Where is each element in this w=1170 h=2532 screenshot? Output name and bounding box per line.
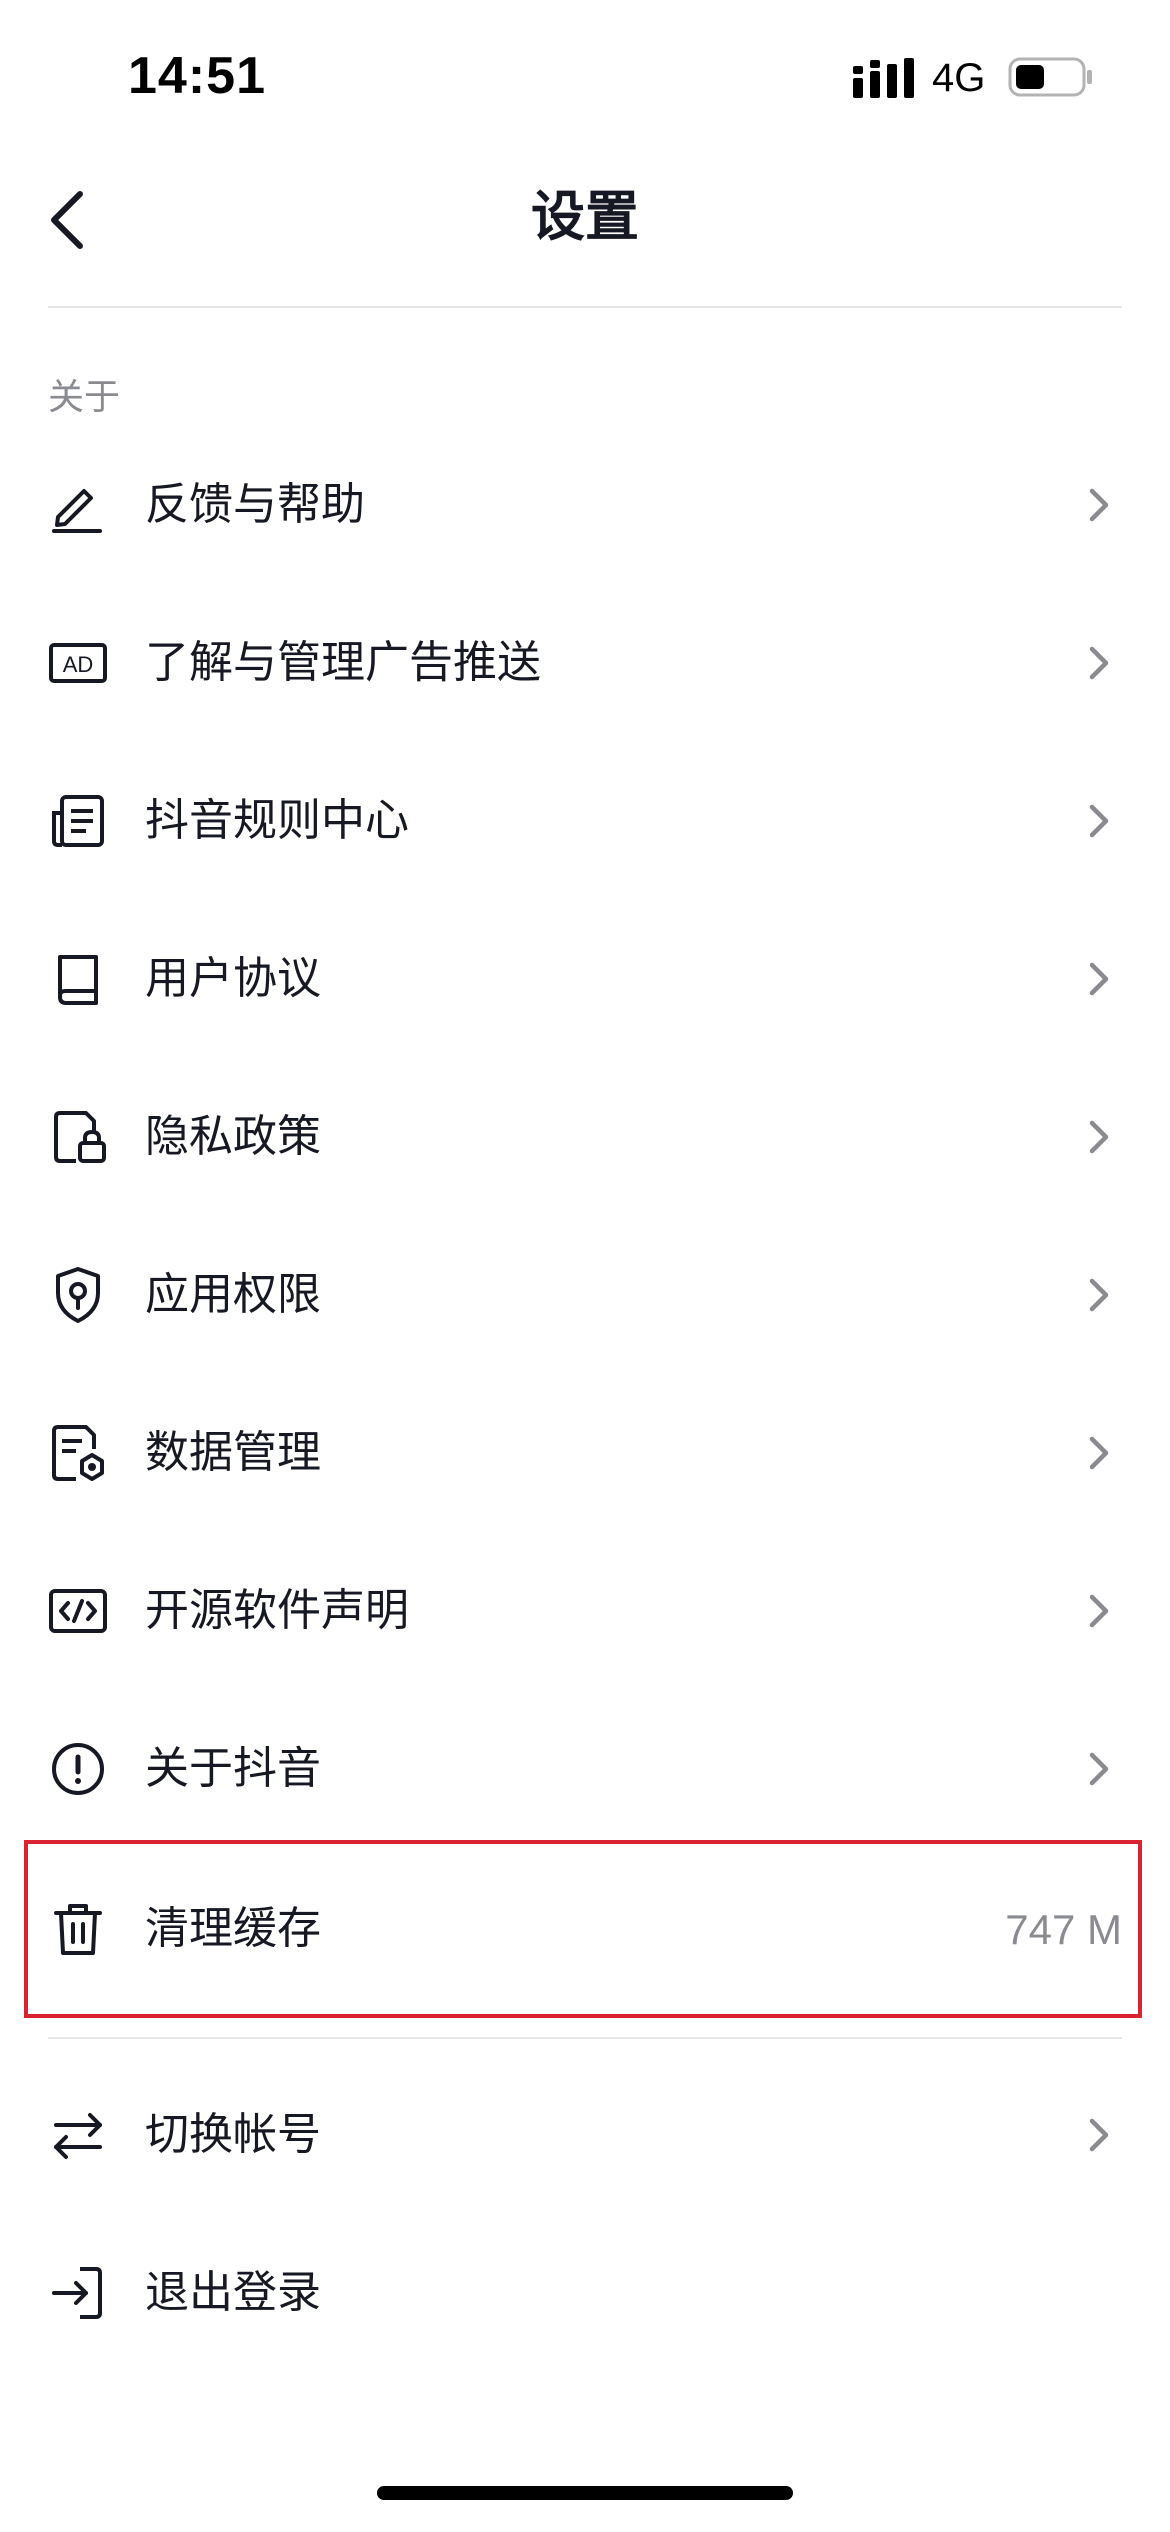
status-time: 14:51 xyxy=(128,47,266,105)
status-bar: 14:51 4G xyxy=(0,0,1170,150)
row-label: 反馈与帮助 xyxy=(145,479,365,530)
home-indicator xyxy=(377,2486,793,2500)
chevron-right-icon xyxy=(1089,804,1109,838)
row-feedback-help[interactable]: 反馈与帮助 xyxy=(0,426,1170,584)
row-data-management[interactable]: 数据管理 xyxy=(0,1374,1170,1532)
row-label: 数据管理 xyxy=(145,1427,321,1478)
chevron-right-icon xyxy=(1089,1278,1109,1312)
signal-icon xyxy=(853,58,914,98)
logout-icon xyxy=(52,2267,102,2319)
row-label: 切换帐号 xyxy=(145,2109,321,2160)
chevron-right-icon xyxy=(1089,1436,1109,1470)
row-clear-cache[interactable]: 清理缓存 747 M xyxy=(0,1850,1170,2008)
pencil-icon xyxy=(52,489,102,533)
row-about[interactable]: 关于抖音 xyxy=(0,1690,1170,1848)
network-type: 4G xyxy=(932,56,986,100)
cache-size: 747 M xyxy=(1005,1906,1122,1953)
document-gear-icon xyxy=(52,1425,104,1481)
chevron-right-icon xyxy=(1089,962,1109,996)
row-label: 抖音规则中心 xyxy=(145,795,409,846)
info-circle-icon xyxy=(52,1743,104,1795)
row-label: 退出登录 xyxy=(145,2267,321,2318)
divider xyxy=(48,306,1122,308)
chevron-right-icon xyxy=(1089,2118,1109,2152)
chevron-right-icon xyxy=(1089,1120,1109,1154)
chevron-right-icon xyxy=(1089,1752,1109,1786)
swap-arrows-icon xyxy=(54,2113,102,2159)
row-user-agreement[interactable]: 用户协议 xyxy=(0,900,1170,1058)
shield-key-icon xyxy=(56,1267,100,1323)
section-header-about: 关于 xyxy=(48,377,121,418)
trash-icon xyxy=(54,1904,102,1955)
row-ad-management[interactable]: AD 了解与管理广告推送 xyxy=(0,584,1170,742)
code-icon xyxy=(49,1589,107,1633)
chevron-right-icon xyxy=(1089,646,1109,680)
row-logout[interactable]: 退出登录 xyxy=(0,2214,1170,2372)
book-icon xyxy=(58,955,98,1005)
divider xyxy=(48,2037,1122,2039)
row-switch-account[interactable]: 切换帐号 xyxy=(0,2056,1170,2214)
document-lock-icon xyxy=(54,1111,106,1163)
settings-page: 14:51 4G 设置 关于 反馈与帮助 AD 了解与管理广告推送 抖音规则中心… xyxy=(0,0,1170,2532)
row-label: 隐私政策 xyxy=(145,1111,321,1162)
row-privacy-policy[interactable]: 隐私政策 xyxy=(0,1058,1170,1216)
row-rules-center[interactable]: 抖音规则中心 xyxy=(0,742,1170,900)
row-label: 应用权限 xyxy=(145,1269,321,1320)
document-list-icon xyxy=(52,795,104,847)
row-label: 了解与管理广告推送 xyxy=(145,637,541,688)
row-label: 开源软件声明 xyxy=(145,1585,409,1636)
row-app-permissions[interactable]: 应用权限 xyxy=(0,1216,1170,1374)
row-open-source[interactable]: 开源软件声明 xyxy=(0,1532,1170,1690)
chevron-right-icon xyxy=(1089,488,1109,522)
row-label: 清理缓存 xyxy=(145,1903,321,1954)
battery-icon xyxy=(1008,57,1092,97)
ad-icon: AD xyxy=(49,643,107,683)
row-label: 用户协议 xyxy=(145,953,321,1004)
page-title: 设置 xyxy=(531,185,639,248)
nav-bar: 设置 xyxy=(0,150,1170,310)
chevron-right-icon xyxy=(1089,1594,1109,1628)
svg-text:AD: AD xyxy=(63,652,94,677)
row-label: 关于抖音 xyxy=(145,1743,321,1794)
